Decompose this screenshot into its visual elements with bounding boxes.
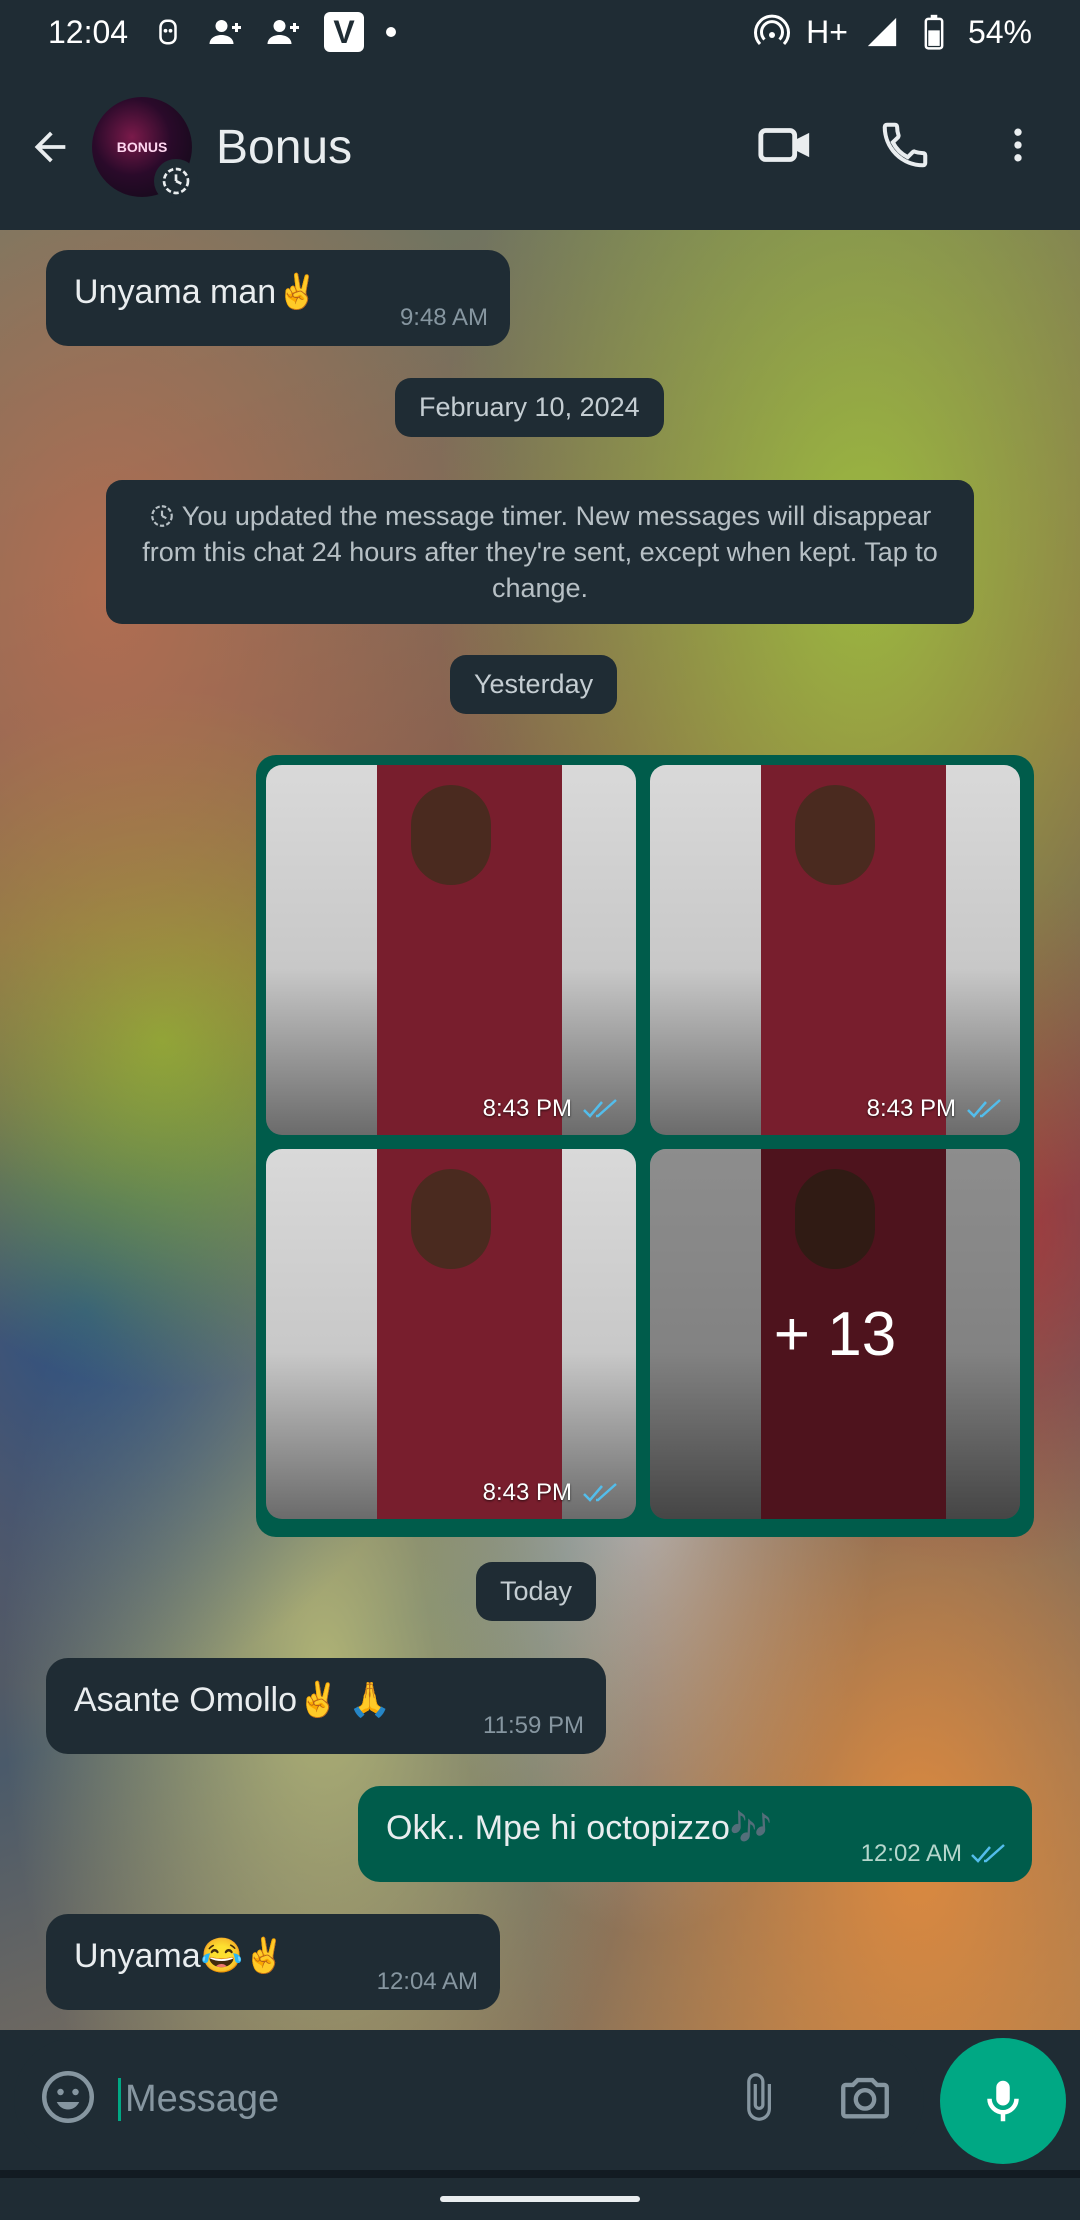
microphone-icon [987, 2080, 1019, 2122]
add-user-notification-icon [208, 14, 244, 50]
voice-call-button[interactable] [878, 118, 932, 177]
message-bubble[interactable]: Asante Omollo✌️ 🙏 11:59 PM [46, 1658, 606, 1754]
signal-icon [864, 14, 900, 50]
contact-avatar[interactable]: BONUS [92, 97, 198, 203]
video-call-button[interactable] [756, 116, 814, 179]
battery-percent: 54% [967, 13, 1032, 50]
message-time: 12:02 AM [860, 1840, 962, 1867]
message-time: 11:59 PM [483, 1712, 584, 1739]
message-time: 12:04 AM [376, 1968, 478, 1995]
disappearing-timer-icon [150, 505, 173, 527]
back-button[interactable] [20, 117, 80, 177]
more-notifications-dot [386, 27, 397, 37]
avatar-text: BONUS [116, 139, 168, 155]
network-type: H+ [806, 13, 848, 50]
phone-icon [882, 122, 928, 167]
add-user-notification-icon [266, 14, 302, 50]
hotspot-icon [754, 14, 791, 50]
voice-message-button[interactable] [940, 2038, 1066, 2164]
date-pill: Today [476, 1562, 597, 1621]
date-pill: Yesterday [450, 655, 618, 714]
message-text: Unyama😂✌️ [74, 1937, 286, 1975]
app-notification-icon [150, 14, 186, 50]
status-time: 12:04 [48, 13, 129, 50]
read-ticks-icon [583, 1483, 617, 1502]
album-photo[interactable]: 8:43 PM [650, 765, 1020, 1135]
attach-button[interactable] [732, 2068, 784, 2131]
chat-area[interactable]: Unyama man✌️ 9:48 AM February 10, 2024 Y… [0, 230, 1080, 2030]
read-ticks-icon [583, 1099, 617, 1118]
navigation-bar [0, 2178, 1080, 2220]
message-time: 9:48 AM [399, 304, 488, 331]
more-vertical-icon [1014, 128, 1022, 161]
photo-album[interactable]: 8:43 PM 8:43 PM 8:43 PM + 13 [256, 755, 1034, 1537]
camera-button[interactable] [836, 2068, 894, 2131]
system-message[interactable]: You updated the message timer. New messa… [106, 480, 974, 624]
photo-time: 8:43 PM [482, 1479, 572, 1506]
read-ticks-icon [971, 1844, 1005, 1863]
message-bubble[interactable]: Unyama😂✌️ 12:04 AM [46, 1914, 500, 2010]
paperclip-icon [747, 2072, 771, 2121]
message-bubble[interactable]: Unyama man✌️ 9:48 AM [46, 250, 510, 346]
message-text: Asante Omollo✌️ 🙏 [74, 1681, 392, 1719]
video-camera-icon [758, 127, 810, 162]
status-bar: 12:04 V H+ 54% [0, 0, 1080, 64]
battery-icon [916, 14, 952, 50]
message-text: Okk.. Mpe hi octopizzo🎶 [386, 1809, 773, 1847]
photo-time: 8:43 PM [866, 1095, 956, 1122]
date-pill: February 10, 2024 [395, 378, 664, 437]
chat-header: BONUS Bonus [0, 64, 1080, 230]
emoji-icon [42, 2070, 94, 2123]
system-message-text: You updated the message timer. New messa… [142, 501, 938, 603]
album-photo-more[interactable]: + 13 [650, 1149, 1020, 1519]
camera-icon [841, 2077, 889, 2119]
album-photo[interactable]: 8:43 PM [266, 1149, 636, 1519]
arrow-left-icon [34, 131, 66, 163]
emoji-button[interactable] [38, 2067, 98, 2132]
message-composer[interactable]: Message [14, 2038, 924, 2160]
message-text: Unyama man✌️ [74, 273, 319, 311]
message-input[interactable]: Message [118, 2077, 279, 2121]
album-photo[interactable]: 8:43 PM [266, 765, 636, 1135]
v-app-icon: V [324, 12, 365, 52]
more-options-button[interactable] [996, 118, 1040, 177]
read-ticks-icon [967, 1099, 1001, 1118]
photo-time: 8:43 PM [482, 1095, 572, 1122]
home-handle[interactable] [440, 2196, 640, 2202]
disappearing-timer-icon [154, 159, 198, 203]
message-bubble-outgoing[interactable]: Okk.. Mpe hi octopizzo🎶 12:02 AM [358, 1786, 1032, 1882]
more-photos-count: + 13 [773, 1299, 897, 1369]
chat-title[interactable]: Bonus [216, 120, 352, 175]
